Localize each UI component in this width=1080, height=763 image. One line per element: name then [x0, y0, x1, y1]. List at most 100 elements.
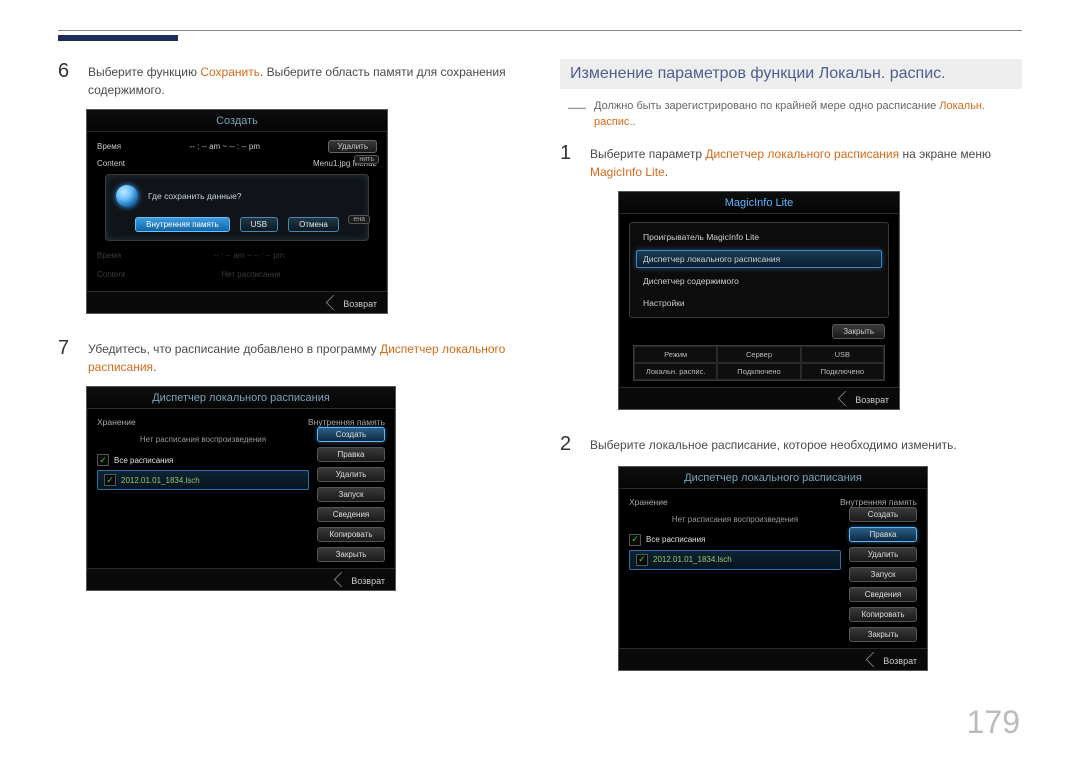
file-name: 2012.01.01_1834.lsch — [121, 476, 200, 485]
menu-item[interactable]: Настройки — [636, 294, 882, 312]
checkbox-icon[interactable]: ✓ — [636, 554, 648, 566]
storage-label: Хранение — [629, 497, 668, 507]
return-icon — [334, 572, 350, 588]
all-schedules: ✓ Все расписания — [97, 454, 309, 466]
btn-usb[interactable]: USB — [240, 217, 278, 232]
menu-item[interactable]: Диспетчер содержимого — [636, 272, 882, 290]
list-area: Нет расписания воспроизведения ✓ Все рас… — [629, 507, 841, 570]
empty-text: Нет расписания воспроизведения — [629, 515, 841, 524]
menu-item[interactable]: Проигрыватель MagicInfo Lite — [636, 228, 882, 246]
content-row: Нет расписания воспроизведения ✓ Все рас… — [97, 427, 385, 562]
highlight: Сохранить — [200, 65, 260, 79]
side-button[interactable]: Удалить — [849, 547, 917, 562]
side-button[interactable]: Запуск — [849, 567, 917, 582]
empty-text: Нет расписания воспроизведения — [97, 435, 309, 444]
internal-label: Внутренняя память — [840, 497, 917, 507]
panel-magicinfo-menu: MagicInfo Lite Проигрыватель MagicInfo L… — [618, 191, 900, 410]
content-row: Нет расписания воспроизведения ✓ Все рас… — [629, 507, 917, 642]
note-text: Должно быть зарегистрировано по крайней … — [594, 99, 1022, 131]
row-content: Content Menu1.jpg Menu2 нить — [97, 159, 377, 168]
internal-label: Внутренняя память — [308, 417, 385, 427]
side-button[interactable]: Создать — [849, 507, 917, 522]
value: -- : -- am ~ -- : -- pm — [214, 251, 284, 260]
panel-title: Создать — [87, 110, 387, 132]
panel-title: MagicInfo Lite — [619, 192, 899, 214]
ghost-row-time: Время -- : -- am ~ -- : -- pm — [97, 251, 377, 260]
side-button[interactable]: Копировать — [317, 527, 385, 542]
grid-cell: USB — [801, 346, 884, 363]
ghost-row-content: Content Нет расписания — [97, 270, 377, 279]
page-number: 179 — [967, 704, 1020, 741]
side-buttons: Создать Правка Удалить Запуск Сведения Копиро… — [317, 427, 385, 562]
side-buttons: Создать Правка Удалить Запуск Сведения Копиро… — [849, 507, 917, 642]
all-label: Все расписания — [114, 456, 173, 465]
side-button[interactable]: Правка — [849, 527, 917, 542]
label: Content — [97, 159, 125, 168]
return-label[interactable]: Возврат — [351, 576, 385, 586]
menu-item[interactable]: Диспетчер локального расписания — [636, 250, 882, 268]
panel-create-save: Создать Время -- : -- am ~ -- : -- pm Уд… — [86, 109, 388, 314]
left-column: 6 Выберите функцию Сохранить. Выберите о… — [58, 59, 520, 693]
side-button[interactable]: Запуск — [317, 487, 385, 502]
all-schedules: ✓ Все расписания — [629, 534, 841, 546]
side-button[interactable]: Создать — [317, 427, 385, 442]
panel-footer: Возврат — [87, 568, 395, 590]
side-button[interactable]: Закрыть — [317, 547, 385, 562]
step-1: 1 Выберите параметр Диспетчер локального… — [560, 141, 1022, 181]
text: Должно быть зарегистрировано по крайней … — [594, 100, 939, 112]
label: Content — [97, 270, 125, 279]
row-time: Время -- : -- am ~ -- : -- pm Удалить — [97, 140, 377, 153]
close-wrap: Закрыть — [629, 324, 889, 339]
text: . — [632, 116, 635, 128]
checkbox-icon[interactable]: ✓ — [104, 474, 116, 486]
step-text: Убедитесь, что расписание добавлено в пр… — [88, 336, 520, 376]
close-button[interactable]: Закрыть — [832, 324, 885, 339]
step-number: 1 — [560, 141, 578, 181]
text: . — [153, 360, 156, 374]
value: -- : -- am ~ -- : -- pm — [190, 142, 260, 151]
btn-cancel[interactable]: Отмена — [288, 217, 339, 232]
panel-footer: Возврат — [619, 648, 927, 670]
btn-internal-memory[interactable]: Внутренняя память — [135, 217, 229, 232]
panel-title: Диспетчер локального расписания — [619, 467, 927, 489]
panel-body: Хранение Внутренняя память Нет расписани… — [87, 409, 395, 568]
panel-footer: Возврат — [87, 291, 387, 313]
overlay-pill: ена — [348, 215, 370, 224]
side-button[interactable]: Закрыть — [849, 627, 917, 642]
side-button[interactable]: Удалить — [317, 467, 385, 482]
step-text: Выберите параметр Диспетчер локального р… — [590, 141, 1022, 181]
side-button[interactable]: Сведения — [849, 587, 917, 602]
return-label[interactable]: Возврат — [343, 299, 377, 309]
all-label: Все расписания — [646, 535, 705, 544]
step-2: 2 Выберите локальное расписание, которое… — [560, 432, 1022, 456]
checkbox-icon[interactable]: ✓ — [629, 534, 641, 546]
step-6: 6 Выберите функцию Сохранить. Выберите о… — [58, 59, 520, 99]
grid-cell: Подключено — [801, 363, 884, 380]
text: . — [665, 165, 668, 179]
panel-body: Время -- : -- am ~ -- : -- pm Удалить Co… — [87, 132, 387, 291]
return-label[interactable]: Возврат — [855, 395, 889, 405]
dialog-question: Где сохранить данные? — [148, 191, 242, 201]
grid-cell: Сервер — [717, 346, 800, 363]
checkbox-icon[interactable]: ✓ — [97, 454, 109, 466]
storage-label: Хранение — [97, 417, 136, 427]
panel-body: Хранение Внутренняя память Нет расписани… — [619, 489, 927, 648]
schedule-file-row[interactable]: ✓ 2012.01.01_1834.lsch — [97, 470, 309, 490]
manual-page: 6 Выберите функцию Сохранить. Выберите о… — [0, 0, 1080, 763]
return-icon — [866, 652, 882, 668]
text: Убедитесь, что расписание добавлено в пр… — [88, 342, 380, 356]
menu-list: Проигрыватель MagicInfo Lite Диспетчер ло… — [629, 222, 889, 318]
return-label[interactable]: Возврат — [883, 656, 917, 666]
panel-schedule-manager-right: Диспетчер локального расписания Хранение… — [618, 466, 928, 671]
side-button[interactable]: Сведения — [317, 507, 385, 522]
return-icon — [326, 295, 342, 311]
header-row: Хранение Внутренняя память — [629, 497, 917, 507]
schedule-file-row[interactable]: ✓ 2012.01.01_1834.lsch — [629, 550, 841, 570]
section-title: Изменение параметров функции Локальн. ра… — [560, 59, 1022, 89]
text: Выберите параметр — [590, 147, 705, 161]
delete-button[interactable]: Удалить — [328, 140, 377, 153]
side-button[interactable]: Правка — [317, 447, 385, 462]
dialog-top: Где сохранить данные? — [116, 185, 358, 207]
dash-icon: ― — [568, 99, 586, 131]
side-button[interactable]: Копировать — [849, 607, 917, 622]
